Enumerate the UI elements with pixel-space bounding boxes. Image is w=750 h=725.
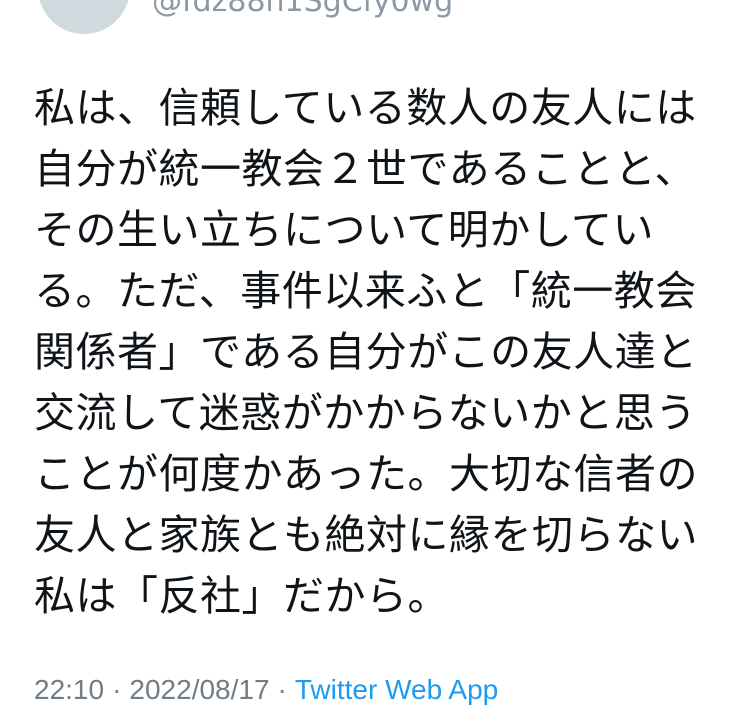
tweet-source-link[interactable]: Twitter Web App: [295, 674, 498, 705]
meta-separator: ·: [277, 674, 287, 705]
tweet: @fdz88n1SgCfy0wg 私は、信頼している数人の友人には 自分が統一教…: [0, 0, 750, 725]
tweet-text-line: 私は、信頼している数人の友人には: [34, 84, 697, 132]
author-handle[interactable]: @fdz88n1SgCfy0wg: [152, 0, 453, 19]
tweet-date[interactable]: 2022/08/17: [129, 674, 269, 705]
tweet-text-line: 友人と家族とも絶対に縁を切らない: [34, 511, 698, 559]
tweet-text-line: ことが何度かあった。大切な信者の: [34, 450, 698, 498]
tweet-text-line: 自分が統一教会２世であることと、: [34, 145, 696, 193]
meta-separator: ·: [112, 674, 122, 705]
tweet-text-line: 関係者」である自分がこの友人達と: [34, 328, 698, 376]
avatar[interactable]: [38, 0, 130, 34]
tweet-text-line: 交流して迷惑がかからないかと思う: [34, 389, 697, 437]
tweet-time[interactable]: 22:10: [34, 674, 104, 705]
tweet-text-line: 私は「反社」だから。: [34, 572, 449, 620]
tweet-text-line: る。ただ、事件以来ふと「統一教会: [34, 267, 697, 315]
tweet-text: 私は、信頼している数人の友人には 自分が統一教会２世であることと、 その生い立ち…: [34, 78, 724, 627]
tweet-metadata: 22:10 · 2022/08/17 · Twitter Web App: [34, 674, 498, 706]
tweet-text-line: その生い立ちについて明かしてい: [34, 206, 655, 254]
